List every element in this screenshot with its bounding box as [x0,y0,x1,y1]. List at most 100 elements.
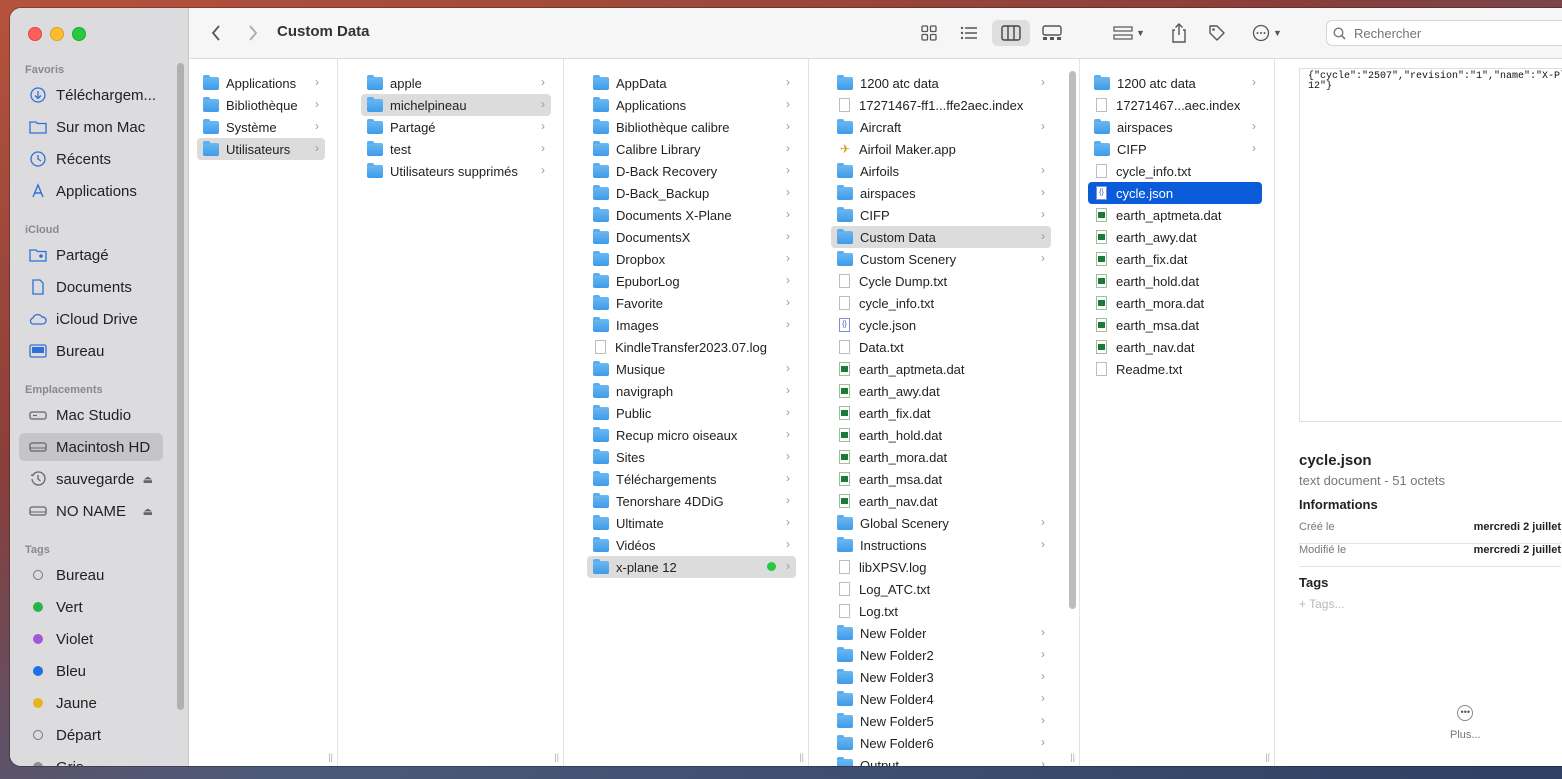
folder-row[interactable]: Instructions › [831,534,1051,556]
sidebar-item-macintosh-hd[interactable]: Macintosh HD [19,433,163,461]
file-row[interactable]: earth_hold.dat [831,424,1051,446]
file-row[interactable]: 17271467...aec.index [1088,94,1262,116]
forward-button[interactable] [242,20,264,46]
zoom-window-button[interactable] [72,27,86,41]
file-row[interactable]: KindleTransfer2023.07.log [587,336,796,358]
folder-row[interactable]: Favorite › [587,292,796,314]
folder-row[interactable]: test › [361,138,551,160]
column-resize-handle[interactable]: || [1070,752,1075,762]
folder-row[interactable]: EpuborLog › [587,270,796,292]
tag-item-gris[interactable]: Gris [19,753,163,766]
file-row[interactable]: earth_fix.dat [831,402,1051,424]
folder-row[interactable]: Applications › [197,72,325,94]
share-button[interactable] [1167,20,1191,46]
folder-row[interactable]: Ultimate › [587,512,796,534]
folder-row[interactable]: Téléchargements › [587,468,796,490]
folder-row[interactable]: D-Back_Backup › [587,182,796,204]
folder-row[interactable]: apple › [361,72,551,94]
file-row[interactable]: earth_aptmeta.dat [1088,204,1262,226]
file-row[interactable]: cycle_info.txt [831,292,1051,314]
tag-button[interactable] [1205,20,1229,46]
tag-item-bureau[interactable]: Bureau [19,561,163,589]
sidebar-item-t-l-chargem-[interactable]: Téléchargem... [19,81,163,109]
file-row[interactable]: earth_nav.dat [831,490,1051,512]
column-4-scrollbar[interactable] [1069,71,1076,609]
sidebar-item-bureau[interactable]: Bureau [19,337,163,365]
folder-row[interactable]: Vidéos › [587,534,796,556]
folder-row[interactable]: Bibliothèque › [197,94,325,116]
folder-row[interactable]: Utilisateurs supprimés › [361,160,551,182]
folder-row[interactable]: Tenorshare 4DDiG › [587,490,796,512]
folder-row[interactable]: D-Back Recovery › [587,160,796,182]
list-view-button[interactable] [956,20,982,46]
folder-row[interactable]: Custom Scenery › [831,248,1051,270]
file-row[interactable]: Readme.txt [1088,358,1262,380]
folder-row[interactable]: Applications › [587,94,796,116]
sidebar-item-applications[interactable]: Applications [19,177,163,205]
file-row[interactable]: 17271467-ff1...ffe2aec.index [831,94,1051,116]
folder-row[interactable]: x-plane 12 › [587,556,796,578]
folder-row[interactable]: airspaces › [831,182,1051,204]
folder-row[interactable]: 1200 atc data › [1088,72,1262,94]
file-row[interactable]: Cycle Dump.txt [831,270,1051,292]
folder-row[interactable]: New Folder5 › [831,710,1051,732]
folder-row[interactable]: Calibre Library › [587,138,796,160]
folder-row[interactable]: Images › [587,314,796,336]
file-row[interactable]: earth_msa.dat [1088,314,1262,336]
folder-row[interactable]: michelpineau › [361,94,551,116]
file-row[interactable]: earth_msa.dat [831,468,1051,490]
folder-row[interactable]: Aircraft › [831,116,1051,138]
column-resize-handle[interactable]: || [1265,752,1270,762]
close-window-button[interactable] [28,27,42,41]
file-row[interactable]: earth_awy.dat [1088,226,1262,248]
folder-row[interactable]: 1200 atc data › [831,72,1051,94]
file-row[interactable]: {} cycle.json [1088,182,1262,204]
folder-row[interactable]: New Folder6 › [831,732,1051,754]
folder-row[interactable]: Documents X-Plane › [587,204,796,226]
search-field[interactable] [1326,20,1562,46]
more-actions-button[interactable]: ▼ [1247,20,1287,46]
folder-row[interactable]: New Folder › [831,622,1051,644]
folder-row[interactable]: Global Scenery › [831,512,1051,534]
file-row[interactable]: {} cycle.json [831,314,1051,336]
add-tags-field[interactable]: + Tags... [1299,597,1344,611]
folder-row[interactable]: Dropbox › [587,248,796,270]
folder-row[interactable]: Sites › [587,446,796,468]
file-row[interactable]: earth_fix.dat [1088,248,1262,270]
folder-row[interactable]: New Folder4 › [831,688,1051,710]
sidebar-item-partag-[interactable]: Partagé [19,241,163,269]
file-row[interactable]: cycle_info.txt [1088,160,1262,182]
sidebar-item-icloud-drive[interactable]: iCloud Drive [19,305,163,333]
sidebar-item-no-name[interactable]: NO NAME ⏏ [19,497,163,525]
folder-row[interactable]: Output › [831,754,1051,766]
column-resize-handle[interactable]: || [554,752,559,762]
column-resize-handle[interactable]: || [328,752,333,762]
folder-row[interactable]: DocumentsX › [587,226,796,248]
tag-item-bleu[interactable]: Bleu [19,657,163,685]
folder-row[interactable]: Custom Data › [831,226,1051,248]
more-button[interactable]: ••• Plus... [1450,705,1481,741]
sidebar-item-documents[interactable]: Documents [19,273,163,301]
sidebar-item-r-cents[interactable]: Récents [19,145,163,173]
file-row[interactable]: earth_nav.dat [1088,336,1262,358]
sidebar-item-sauvegarde[interactable]: sauvegarde ⏏ [19,465,163,493]
file-row[interactable]: earth_hold.dat [1088,270,1262,292]
file-row[interactable]: earth_awy.dat [831,380,1051,402]
sidebar-item-sur-mon-mac[interactable]: Sur mon Mac [19,113,163,141]
group-button[interactable]: ▼ [1109,20,1149,46]
tag-item-vert[interactable]: Vert [19,593,163,621]
eject-icon[interactable]: ⏏ [143,505,153,518]
tag-item-violet[interactable]: Violet [19,625,163,653]
folder-row[interactable]: Public › [587,402,796,424]
folder-row[interactable]: Musique › [587,358,796,380]
folder-row[interactable]: navigraph › [587,380,796,402]
folder-row[interactable]: airspaces › [1088,116,1262,138]
file-row[interactable]: earth_mora.dat [831,446,1051,468]
folder-row[interactable]: Airfoils › [831,160,1051,182]
folder-row[interactable]: Système › [197,116,325,138]
file-row[interactable]: earth_aptmeta.dat [831,358,1051,380]
folder-row[interactable]: New Folder3 › [831,666,1051,688]
file-row[interactable]: ✈ Airfoil Maker.app [831,138,1051,160]
folder-row[interactable]: CIFP › [831,204,1051,226]
sidebar-item-mac-studio[interactable]: Mac Studio [19,401,163,429]
